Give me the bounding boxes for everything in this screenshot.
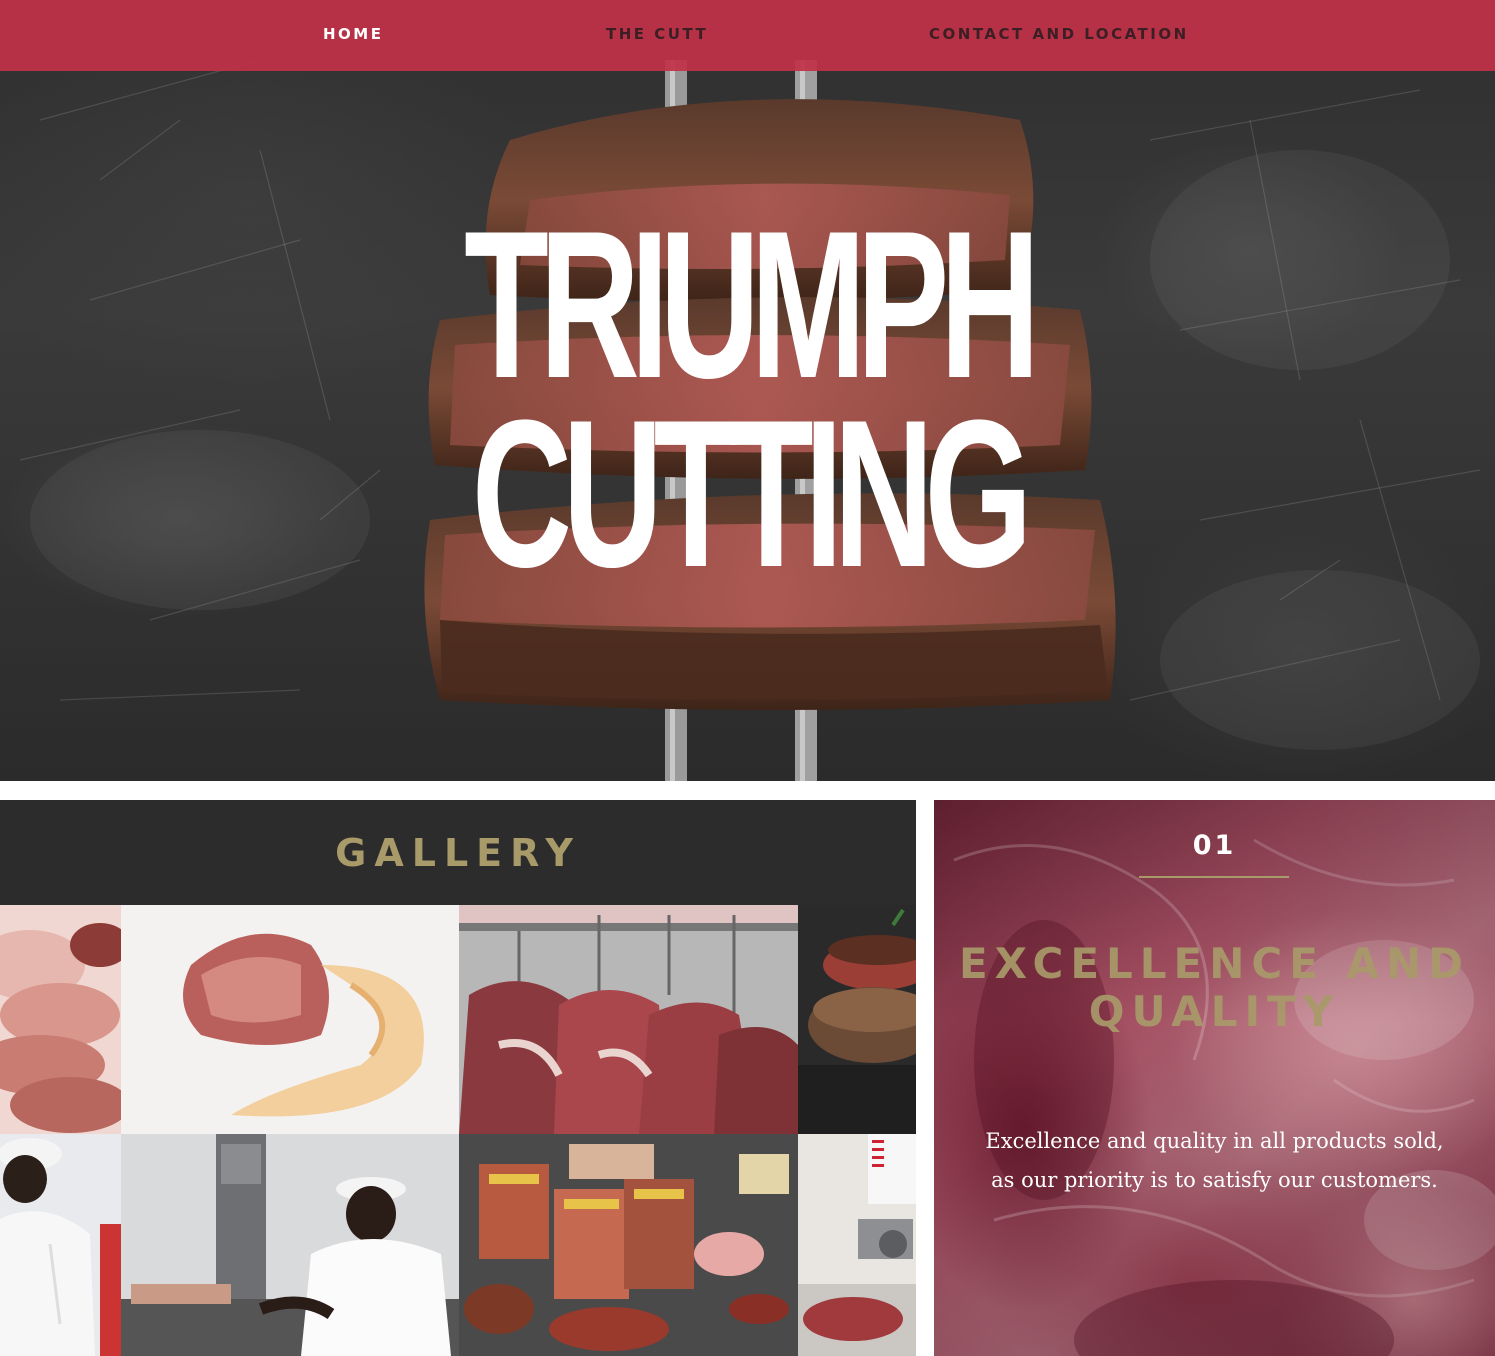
gallery-title: GALLERY [335, 830, 581, 875]
gallery-photo-meat-grinder[interactable] [798, 1134, 916, 1356]
gallery-photo-butcher-staff[interactable] [0, 1134, 121, 1356]
excellence-quality-card: 01 EXCELLENCE AND QUALITY Excellence and… [934, 800, 1495, 1356]
feature-divider [1139, 876, 1289, 878]
hero-title: TRIUMPH CUTTING [0, 187, 1495, 611]
feature-description: Excellence and quality in all products s… [985, 1129, 1444, 1192]
feature-overlay [934, 800, 1495, 1356]
hero-title-line-1: TRIUMPH [464, 187, 1040, 422]
gallery-header: GALLERY [0, 800, 916, 905]
gallery-photo-bandsaw-cutting[interactable] [121, 1134, 459, 1356]
nav-item-home[interactable]: HOME [323, 25, 383, 43]
hero-section: TRIUMPH CUTTING HOME THE CUTT CONTACT AN… [0, 0, 1495, 781]
gallery-photo-sliced-ham[interactable] [0, 905, 121, 1134]
gallery-section: GALLERY [0, 800, 916, 1356]
gallery-photo-packaged-meats[interactable] [459, 1134, 798, 1356]
nav-item-contact-and-location[interactable]: CONTACT AND LOCATION [929, 25, 1189, 43]
hero-title-line-2: CUTTING [471, 376, 1032, 611]
feature-number: 01 [1192, 830, 1237, 861]
gallery-photo-grilled-steak[interactable] [798, 905, 916, 1134]
gallery-photo-meat-roll[interactable] [121, 905, 459, 1134]
feature-heading: EXCELLENCE AND QUALITY [958, 939, 1471, 1036]
gallery-photo-hanging-carcasses[interactable] [459, 905, 798, 1134]
top-navigation: HOME THE CUTT CONTACT AND LOCATION [0, 0, 1495, 71]
nav-item-the-cutt[interactable]: THE CUTT [606, 25, 708, 43]
